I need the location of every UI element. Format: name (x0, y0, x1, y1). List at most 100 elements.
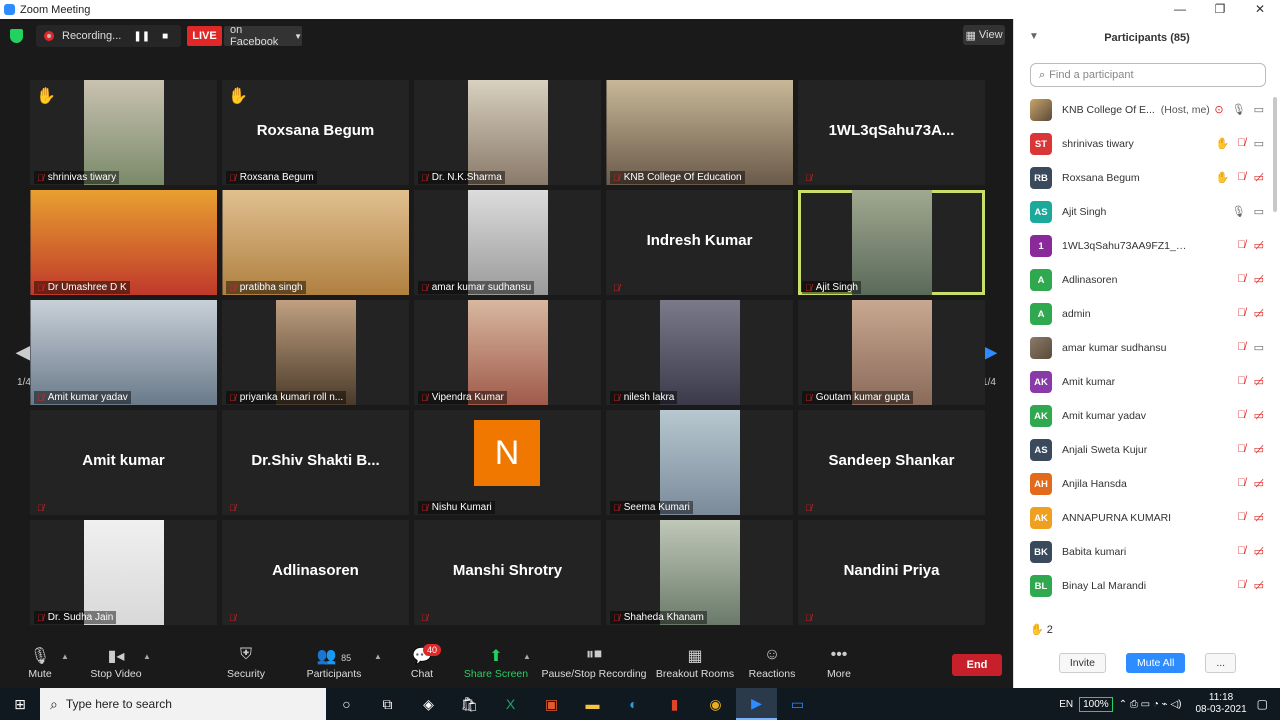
close-button[interactable]: ✕ (1240, 0, 1280, 19)
view-button[interactable]: ▦ View (963, 25, 1005, 45)
edge-icon[interactable]: ◐ (613, 688, 654, 720)
video-off-icon[interactable]: ▭̸ (1254, 171, 1264, 184)
video-off-icon[interactable]: ▭̸ (1254, 375, 1264, 388)
muted-microphone-icon[interactable]: 🎙̸ (1237, 511, 1245, 524)
video-off-icon[interactable]: ▭̸ (1254, 545, 1264, 558)
video-tile[interactable]: Indresh Kumar 🎙̸ (606, 190, 793, 295)
video-options-caret[interactable]: ▲ (143, 652, 151, 661)
video-tile[interactable]: 🎙̸ Seema Kumari (606, 410, 793, 515)
participant-row[interactable]: AS Anjali Sweta Kujur 🎙̸ ▭̸ (1014, 433, 1272, 467)
video-tile[interactable]: Manshi Shrotry 🎙̸ (414, 520, 601, 625)
more-button[interactable]: ••• More (799, 646, 879, 680)
video-tile[interactable]: 🎙̸ KNB College Of Education (606, 80, 793, 185)
video-off-icon[interactable]: ▭̸ (1254, 409, 1264, 422)
maximize-button[interactable]: ❐ (1200, 0, 1240, 19)
video-off-icon[interactable]: ▭̸ (1254, 307, 1264, 320)
muted-microphone-icon[interactable]: 🎙̸ (1237, 341, 1245, 354)
video-tile[interactable]: Dr.Shiv Shakti B... 🎙̸ (222, 410, 409, 515)
video-tile[interactable]: 🎙̸ Dr Umashree D K (30, 190, 217, 295)
share-options-caret[interactable]: ▲ (523, 652, 531, 661)
video-off-icon[interactable]: ▭̸ (1254, 511, 1264, 524)
video-tile[interactable]: Roxsana Begum ✋ 🎙̸ Roxsana Begum (222, 80, 409, 185)
video-tile[interactable]: 🎙̸ nilesh lakra (606, 300, 793, 405)
participant-row[interactable]: Aadmin 🎙̸ ▭̸ (1014, 297, 1272, 331)
chat-button[interactable]: 💬 Chat (382, 646, 462, 680)
video-tile[interactable]: 🎙̸ amar kumar sudhansu (414, 190, 601, 295)
excel-icon[interactable]: X (490, 688, 531, 720)
microphone-icon[interactable]: 🎙 (1232, 205, 1246, 218)
muted-microphone-icon[interactable]: 🎙̸ (1237, 171, 1245, 184)
minimize-button[interactable]: — (1160, 0, 1200, 19)
video-tile[interactable]: 🎙̸ Goutam kumar gupta (798, 300, 985, 405)
language-indicator[interactable]: EN (1059, 699, 1073, 710)
video-camera-icon[interactable]: ▭ (1254, 137, 1264, 150)
muted-microphone-icon[interactable]: 🎙̸ (1237, 273, 1245, 286)
video-tile[interactable]: 🎙̸ Shaheda Khanam (606, 520, 793, 625)
video-tile[interactable]: ✋ 🎙̸ shrinivas tiwary (30, 80, 217, 185)
video-camera-icon[interactable]: ▭ (1254, 205, 1264, 218)
video-tile[interactable]: 🎙̸ Dr. N.K.Sharma (414, 80, 601, 185)
participant-row[interactable]: AS Ajit Singh 🎙 ▭ (1014, 195, 1272, 229)
security-shield-icon[interactable] (10, 29, 23, 43)
participant-row[interactable]: AH Anjila Hansda 🎙̸ ▭̸ (1014, 467, 1272, 501)
video-off-icon[interactable]: ▭̸ (1254, 579, 1264, 592)
muted-microphone-icon[interactable]: 🎙̸ (1237, 545, 1245, 558)
pause-stop-recording-button[interactable]: ⏸⏹ Pause/Stop Recording (540, 646, 648, 680)
muted-microphone-icon[interactable]: 🎙̸ (1237, 239, 1245, 252)
participant-row[interactable]: BL Binay Lal Marandi 🎙̸ ▭̸ (1014, 569, 1272, 601)
notification-icon[interactable]: ▢ (1257, 697, 1268, 711)
muted-microphone-icon[interactable]: 🎙̸ (1237, 137, 1245, 150)
muted-microphone-icon[interactable]: 🎙̸ (1237, 579, 1245, 592)
video-camera-icon[interactable]: ▭ (1254, 341, 1264, 354)
muted-microphone-icon[interactable]: 🎙̸ (1237, 307, 1245, 320)
participants-button[interactable]: 👥 85 Participants (294, 646, 374, 680)
participant-row[interactable]: AK ANNAPURNA KUMARI 🎙̸ ▭̸ (1014, 501, 1272, 535)
participant-search-input[interactable]: ⌕ Find a participant (1030, 63, 1266, 87)
panel-more-button[interactable]: ... (1205, 653, 1237, 673)
participant-row[interactable]: amar kumar sudhansu 🎙̸ ▭ (1014, 331, 1272, 365)
collapse-chevron-icon[interactable]: ▼ (1029, 31, 1039, 42)
tray-icons[interactable]: ⌃ ⎙ ▭ ◔ ⌁ ◁) (1119, 699, 1182, 710)
file-explorer-icon[interactable]: ▬ (572, 688, 613, 720)
video-tile[interactable]: 1WL3qSahu73A... 🎙̸ (798, 80, 985, 185)
microphone-icon[interactable]: 🎙 (1232, 103, 1246, 116)
app-icon-3[interactable]: ▭ (777, 688, 818, 720)
video-off-icon[interactable]: ▭̸ (1254, 477, 1264, 490)
pause-recording-icon[interactable]: ❚❚ (133, 31, 150, 42)
video-off-icon[interactable]: ▭̸ (1254, 443, 1264, 456)
taskbar-search-input[interactable]: ⌕ Type here to search (40, 688, 326, 720)
video-tile[interactable]: Adlinasoren 🎙̸ (222, 520, 409, 625)
video-tile[interactable]: Amit kumar 🎙̸ (30, 410, 217, 515)
muted-microphone-icon[interactable]: 🎙̸ (1237, 477, 1245, 490)
participant-list-scrollbar[interactable] (1273, 97, 1277, 212)
participant-row[interactable]: AK Amit kumar yadav 🎙̸ ▭̸ (1014, 399, 1272, 433)
app-icon-1[interactable]: ◈ (408, 688, 449, 720)
mute-all-button[interactable]: Mute All (1125, 653, 1186, 673)
clock[interactable]: 11:18 08-03-2021 (1196, 692, 1247, 716)
video-off-icon[interactable]: ▭̸ (1254, 273, 1264, 286)
store-icon[interactable]: 🛍 (449, 688, 490, 720)
video-tile[interactable]: 🎙̸ priyanka kumari roll n... (222, 300, 409, 405)
app-icon-2[interactable]: ▣ (531, 688, 572, 720)
video-tile[interactable]: 🎙̸ Dr. Sudha Jain (30, 520, 217, 625)
participant-row[interactable]: RB Roxsana Begum ✋ 🎙̸ ▭̸ (1014, 161, 1272, 195)
muted-microphone-icon[interactable]: 🎙̸ (1237, 375, 1245, 388)
video-tile[interactable]: Sandeep Shankar 🎙̸ (798, 410, 985, 515)
audio-options-caret[interactable]: ▲ (61, 652, 69, 661)
live-destination-dropdown[interactable]: on Facebook ▼ (224, 24, 302, 48)
video-tile[interactable]: 🎙̸ Ajit Singh (798, 190, 985, 295)
video-tile[interactable]: 🎙̸ pratibha singh (222, 190, 409, 295)
participant-row[interactable]: KNB College Of E... (Host, me) ⊙ 🎙 ▭ (1014, 93, 1272, 127)
participants-options-caret[interactable]: ▲ (374, 652, 382, 661)
participant-row[interactable]: 1 1WL3qSahu73AA9FZ1_101SAAA... 🎙̸ ▭̸ (1014, 229, 1272, 263)
video-tile[interactable]: N 🎙̸ Nishu Kumari (414, 410, 601, 515)
video-camera-icon[interactable]: ▭ (1254, 103, 1264, 116)
participant-row[interactable]: ST shrinivas tiwary ✋ 🎙̸ ▭ (1014, 127, 1272, 161)
video-tile[interactable]: Nandini Priya 🎙̸ (798, 520, 985, 625)
zoom-taskbar-icon[interactable]: ▶ (736, 688, 777, 720)
chrome-icon[interactable]: ◉ (695, 688, 736, 720)
breakout-rooms-button[interactable]: ▦ Breakout Rooms (654, 646, 736, 680)
task-view-icon[interactable]: ⧉ (367, 688, 408, 720)
office-icon[interactable]: ▮ (654, 688, 695, 720)
video-tile[interactable]: 🎙̸ Vipendra Kumar (414, 300, 601, 405)
